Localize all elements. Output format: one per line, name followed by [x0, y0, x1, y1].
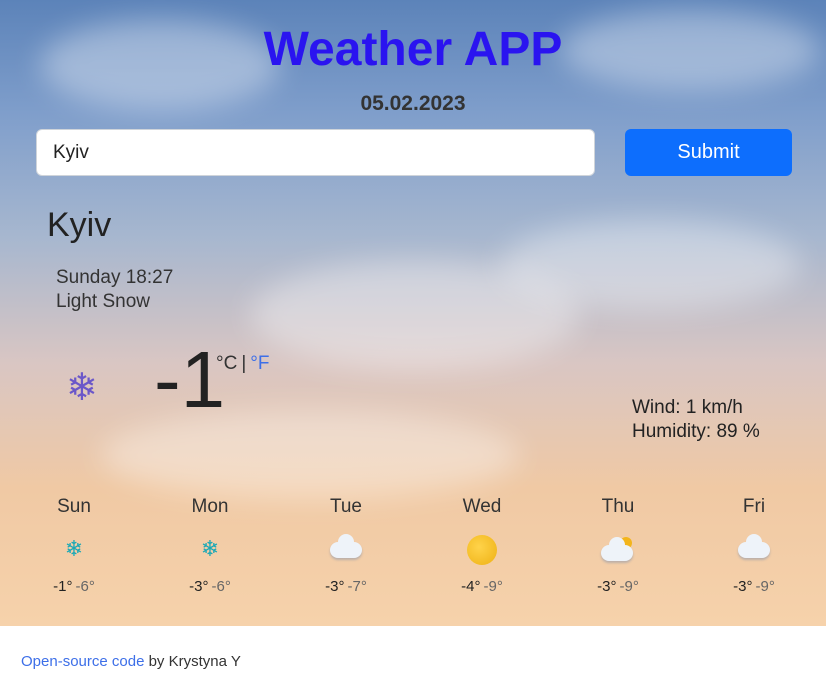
forecast-min-temp: -6°	[75, 578, 95, 595]
forecast-temps: -1° -6°	[24, 578, 124, 595]
forecast-min-temp: -9°	[483, 578, 503, 595]
forecast-min-temp: -7°	[347, 578, 367, 595]
submit-button[interactable]: Submit	[625, 129, 792, 176]
forecast-max-temp: -3°	[189, 578, 209, 595]
forecast-day-name: Sun	[57, 496, 91, 517]
forecast-day-name: Wed	[462, 496, 502, 517]
forecast-min-temp: -9°	[619, 578, 639, 595]
forecast-day: Tue -3° -7°	[296, 496, 396, 595]
current-date: 05.02.2023	[360, 92, 466, 115]
forecast-day-name: Thu	[601, 496, 635, 517]
snowflake-icon: ❄	[66, 367, 98, 409]
forecast-temps: -3° -9°	[568, 578, 668, 595]
forecast-day: Wed -4° -9°	[432, 496, 532, 595]
forecast-max-temp: -1°	[53, 578, 73, 595]
forecast-day: Mon ❄ -3° -6°	[160, 496, 260, 595]
humidity: Humidity: 89 %	[632, 421, 760, 442]
forecast-temps: -3° -6°	[160, 578, 260, 595]
unit-switcher: °C | °F	[216, 353, 269, 375]
wind-speed: Wind: 1 km/h	[632, 397, 743, 418]
sun-icon	[432, 532, 532, 566]
forecast-day: Fri -3° -9°	[704, 496, 804, 595]
forecast-day: Thu -3° -9°	[568, 496, 668, 595]
app-title: Weather APP	[263, 23, 563, 76]
fahrenheit-link[interactable]: °F	[250, 353, 269, 374]
city-name: Kyiv	[47, 206, 112, 244]
forecast-day-name: Tue	[329, 496, 363, 517]
snowflake-icon: ❄	[200, 536, 220, 561]
weather-app: Weather APP 05.02.2023 Submit Kyiv Sunda…	[0, 0, 826, 626]
background-cloud	[500, 220, 800, 310]
forecast-temps: -3° -7°	[296, 578, 396, 595]
forecast-max-temp: -3°	[597, 578, 617, 595]
forecast-day-name: Fri	[742, 496, 766, 517]
city-search-input[interactable]	[36, 129, 595, 176]
current-datetime: Sunday 18:27	[56, 267, 174, 288]
forecast-max-temp: -3°	[325, 578, 345, 595]
current-temperature: -1	[154, 335, 226, 424]
forecast-day-name: Mon	[191, 496, 229, 517]
open-source-link[interactable]: Open-source code	[21, 653, 144, 670]
weather-description: Light Snow	[56, 291, 151, 312]
forecast-temps: -4° -9°	[432, 578, 532, 595]
author-credit: by Krystyna Y	[144, 653, 241, 670]
unit-separator: |	[241, 353, 247, 374]
cloud-icon	[296, 532, 396, 566]
forecast-temps: -3° -9°	[704, 578, 804, 595]
celsius-unit: °C	[216, 353, 238, 374]
partly-cloudy-icon	[568, 532, 668, 566]
footer: Open-source code by Krystyna Y	[21, 653, 241, 670]
cloud-icon	[704, 532, 804, 566]
forecast-max-temp: -3°	[733, 578, 753, 595]
forecast-min-temp: -6°	[211, 578, 231, 595]
snowflake-icon: ❄	[64, 536, 84, 561]
forecast-min-temp: -9°	[755, 578, 775, 595]
forecast-day: Sun ❄ -1° -6°	[24, 496, 124, 595]
forecast-max-temp: -4°	[461, 578, 481, 595]
